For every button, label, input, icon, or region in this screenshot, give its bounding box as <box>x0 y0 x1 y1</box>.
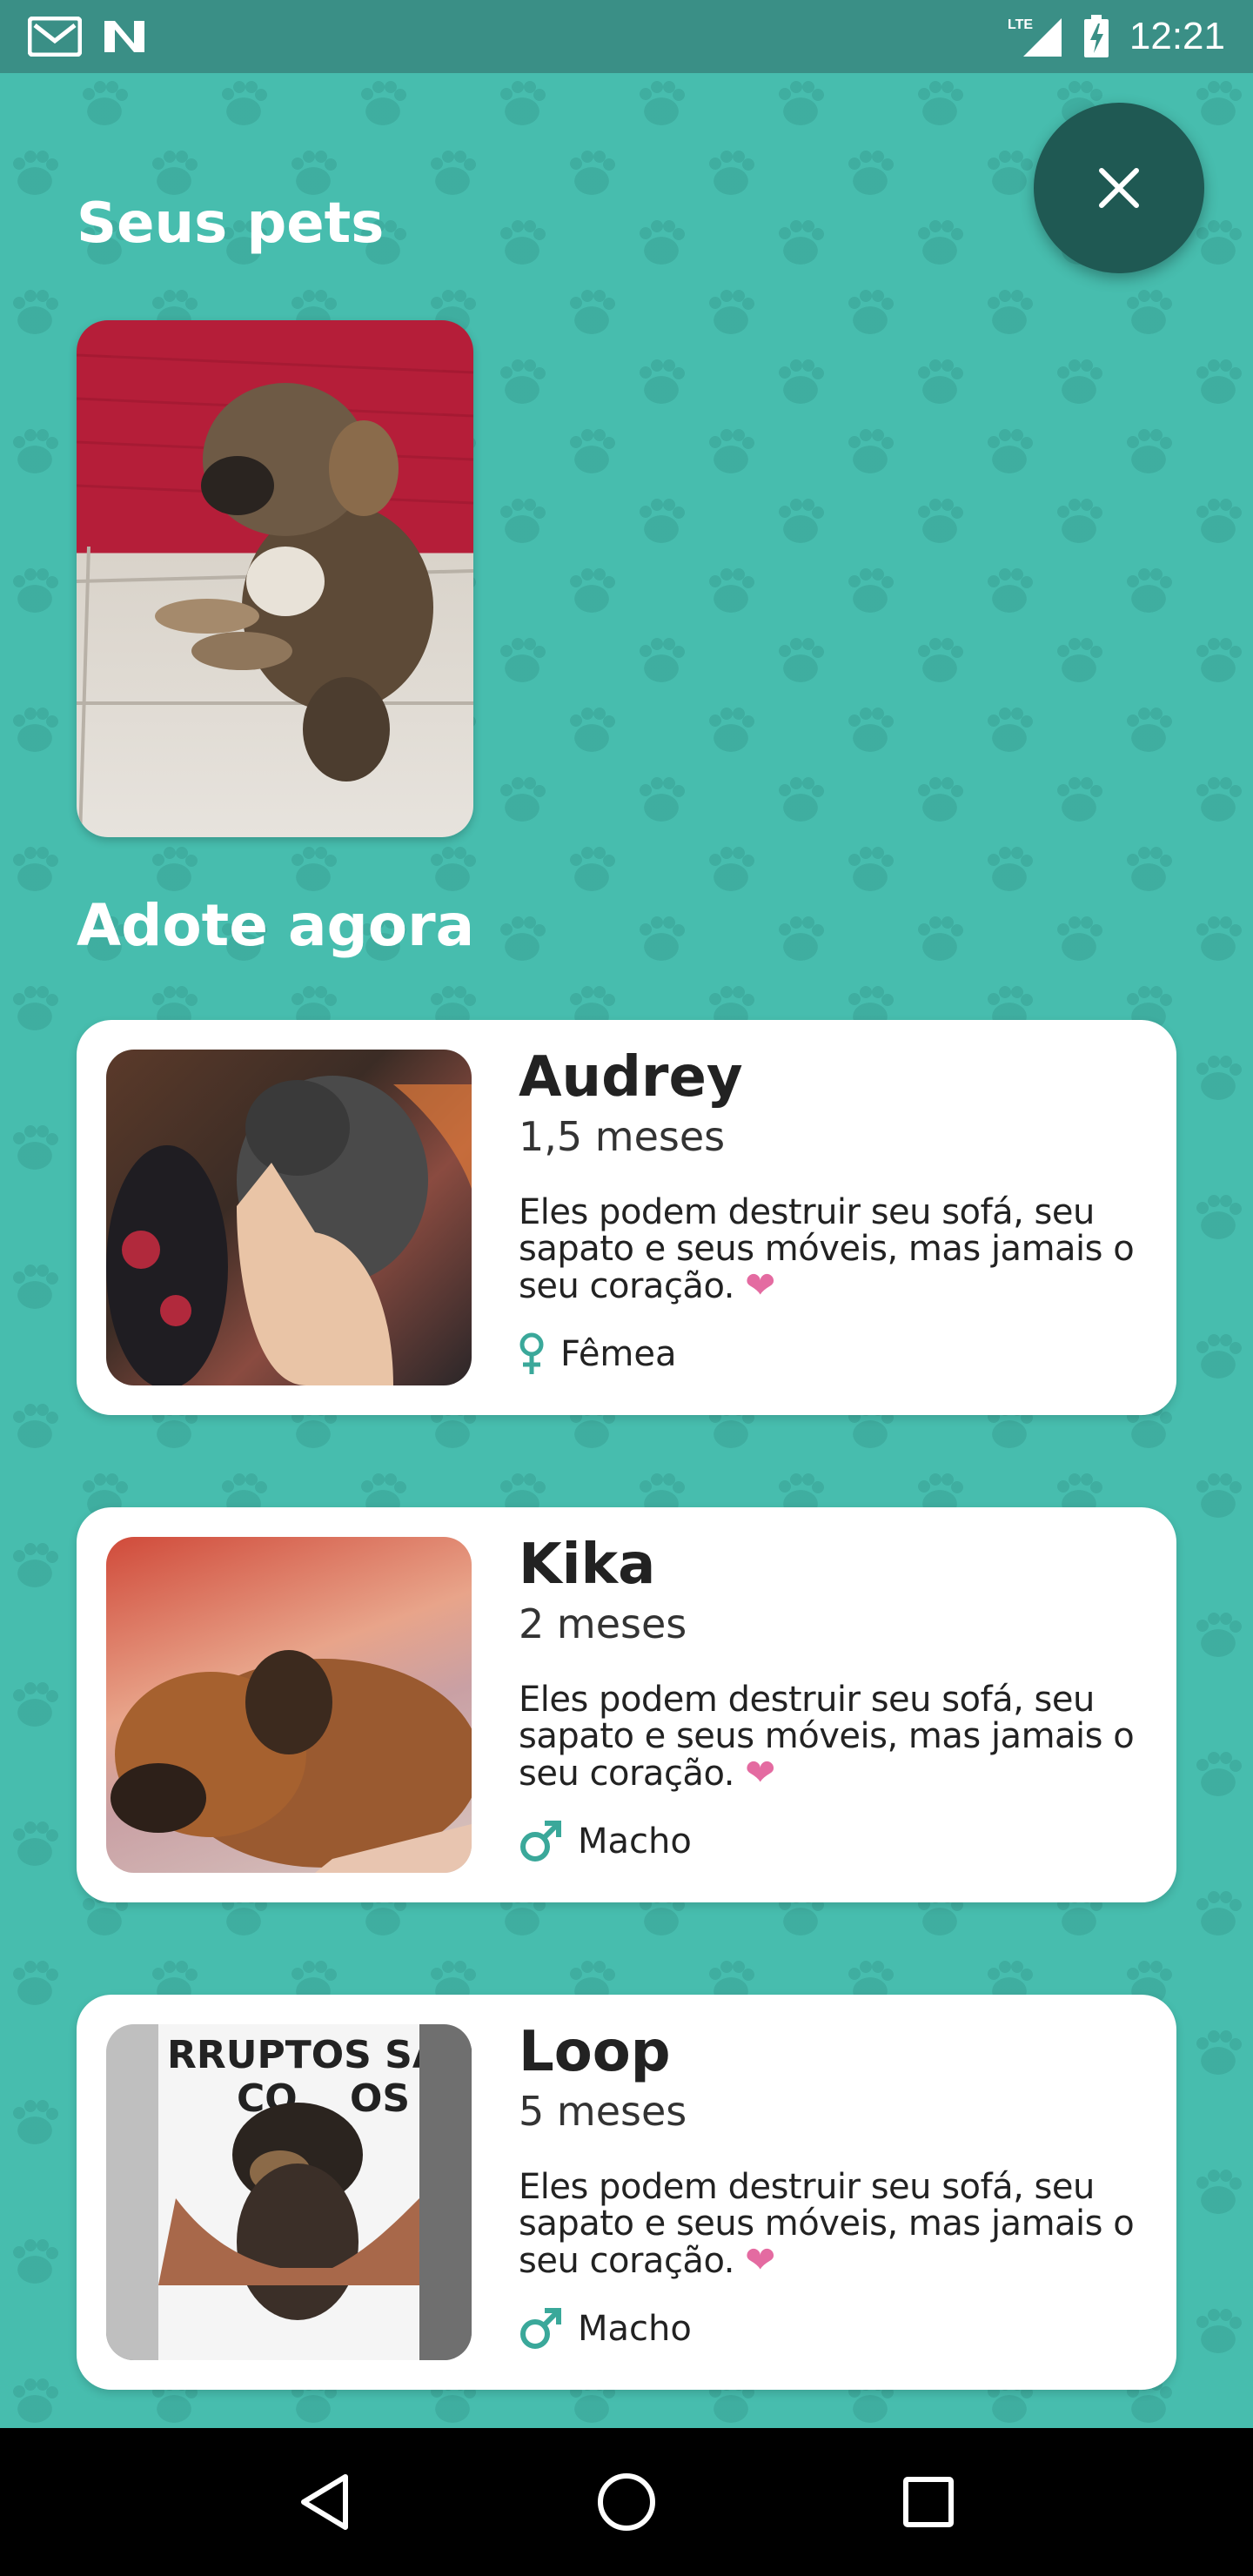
recents-button[interactable] <box>876 2450 981 2554</box>
svg-text:OS: OS <box>350 2076 410 2121</box>
pet-age: 5 meses <box>519 2088 687 2135</box>
home-icon <box>597 2473 655 2531</box>
pet-photo: RRUPTOS SÃO CO OS <box>106 2024 472 2360</box>
pet-name: Loop <box>519 2020 671 2084</box>
home-button[interactable] <box>574 2450 679 2554</box>
pet-description: Eles podem destruir seu sofá, seu sapato… <box>519 1192 1135 1306</box>
pet-photo <box>106 1537 472 1873</box>
puppy-illustration <box>111 1650 472 1873</box>
pet-photo <box>106 1050 472 1385</box>
close-icon <box>1099 168 1139 208</box>
adopt-title: Adote agora <box>77 892 475 959</box>
close-button[interactable] <box>1034 103 1204 273</box>
gender-label: Macho <box>578 2309 692 2349</box>
pet-gender: Fêmea <box>519 1332 1142 1376</box>
puppy-illustration <box>106 1076 472 1385</box>
gender-label: Fêmea <box>560 1334 677 1374</box>
pet-description: Eles podem destruir seu sofá, seu sapato… <box>519 1680 1135 1794</box>
n-app-icon <box>101 17 148 56</box>
heart-icon: ❤ <box>745 1264 775 1306</box>
pet-name: Kika <box>519 1533 656 1597</box>
status-bar: LTE 12:21 <box>0 0 1253 73</box>
signal-icon: LTE <box>1008 15 1063 58</box>
pet-card[interactable]: Kika 2 meses Eles podem destruir seu sof… <box>77 1507 1176 1902</box>
svg-text:LTE: LTE <box>1008 17 1033 32</box>
back-button[interactable] <box>272 2450 377 2554</box>
puppy-illustration <box>77 353 473 837</box>
navigation-bar <box>0 2428 1253 2576</box>
pet-age: 2 meses <box>519 1600 687 1647</box>
my-pets-title: Seus pets <box>77 191 385 256</box>
male-icon <box>520 1821 561 1862</box>
battery-charging-icon <box>1082 15 1110 58</box>
heart-icon: ❤ <box>745 2238 775 2281</box>
puppy-illustration: RRUPTOS SÃO CO OS <box>106 2024 472 2360</box>
recents-icon <box>902 2477 954 2527</box>
pet-card[interactable]: Audrey 1,5 meses Eles podem destruir seu… <box>77 1020 1176 1415</box>
my-pet-photo[interactable] <box>77 320 473 837</box>
pet-age: 1,5 meses <box>519 1113 726 1160</box>
pet-description: Eles podem destruir seu sofá, seu sapato… <box>519 2167 1135 2281</box>
back-icon <box>301 2474 349 2530</box>
heart-icon: ❤ <box>745 1751 775 1794</box>
gmail-icon <box>28 17 82 57</box>
pet-gender: Macho <box>519 1820 1142 1863</box>
female-icon <box>519 1332 544 1374</box>
clock: 12:21 <box>1129 15 1225 57</box>
pet-card[interactable]: RRUPTOS SÃO CO OS Loop 5 meses Eles pode… <box>77 1995 1176 2390</box>
pet-name: Audrey <box>519 1045 743 1110</box>
gender-label: Macho <box>578 1821 692 1862</box>
pet-gender: Macho <box>519 2307 1142 2351</box>
male-icon <box>520 2308 561 2349</box>
